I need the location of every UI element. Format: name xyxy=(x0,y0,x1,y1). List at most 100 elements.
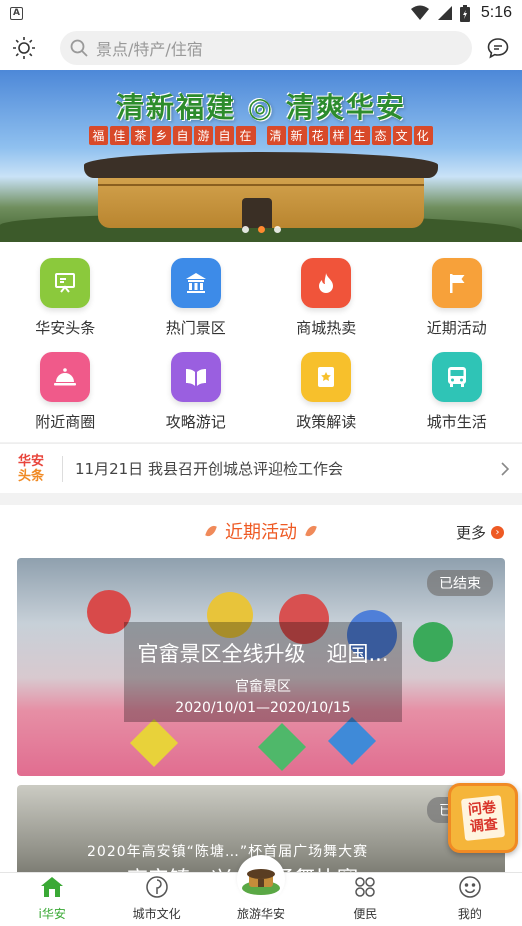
bus-icon xyxy=(431,352,482,402)
clock: 5:16 xyxy=(480,4,512,21)
banner-subtitle-char: 态 xyxy=(371,126,391,145)
banner-subtitle-char: 清 xyxy=(266,126,286,145)
battery-icon xyxy=(459,4,470,22)
grid-item-label: 攻略游记 xyxy=(165,413,226,431)
banner-subtitle-char: 花 xyxy=(308,126,328,145)
card-photo-text: 2020年高安镇“陈塘…”杯首届广场舞大赛 xyxy=(87,844,369,860)
status-bar: A 5:16 xyxy=(0,0,522,26)
banner-subtitle-char: 乡 xyxy=(152,126,172,145)
banner-subtitle-char: 样 xyxy=(329,126,349,145)
signal-icon xyxy=(437,6,452,20)
banner-title: 清新福建 ◎ 清爽华安 xyxy=(116,91,406,124)
news-board-icon xyxy=(40,258,91,308)
section-header: 近期活动 更多 › xyxy=(0,505,522,557)
grid-item-0[interactable]: 华安头条 xyxy=(0,258,131,352)
banner-subtitle-char: 化 xyxy=(413,126,433,145)
banner-carousel[interactable]: 清新福建 ◎ 清爽华安 福佳茶乡自游自在清新花样生态文化 xyxy=(0,70,522,242)
grid-item-label: 城市生活 xyxy=(426,413,487,431)
card-title: 官畲景区全线升级 迎国... xyxy=(137,642,389,666)
kite-decoration xyxy=(257,722,307,772)
news-ticker-logo: 华安 头条 xyxy=(17,453,44,484)
status-badge: 已结束 xyxy=(427,570,493,596)
compass-icon xyxy=(145,875,169,905)
document-star-icon xyxy=(301,352,352,402)
banner-subtitle-char: 新 xyxy=(287,126,307,145)
balloon-decoration xyxy=(413,622,453,662)
flame-icon xyxy=(301,258,352,308)
food-cloche-icon xyxy=(40,352,91,402)
grid-item-2[interactable]: 商城热卖 xyxy=(261,258,392,352)
carousel-dot[interactable] xyxy=(241,226,249,233)
grid-item-label: 华安头条 xyxy=(35,319,96,337)
divider xyxy=(62,455,63,482)
tulou-image xyxy=(84,152,438,228)
status-icons: 5:16 xyxy=(410,4,512,22)
leaf-icon xyxy=(305,523,317,539)
tab-label: i华安 xyxy=(38,907,66,921)
news-ticker[interactable]: 华安 头条 11月21日 我县召开创城总评迎检工作会 xyxy=(0,443,522,493)
search-placeholder: 景点/特产/住宿 xyxy=(96,40,203,59)
banner-subtitle-char: 文 xyxy=(392,126,412,145)
grid-icon xyxy=(353,875,377,905)
app-root: A 5:16 景点/特产/住宿 清新福建 ◎ 清爽华安 福佳茶乡自游自在清新花样… xyxy=(0,0,522,926)
tab-label: 我的 xyxy=(457,907,482,921)
tab-label: 旅游华安 xyxy=(237,907,286,921)
banner-subtitle-char: 自 xyxy=(215,126,235,145)
card-caption: 官畲景区全线升级 迎国... 官畲景区 2020/10/01—2020/10/1… xyxy=(124,622,402,722)
grid-item-label: 商城热卖 xyxy=(296,319,357,337)
banner-subtitle-char: 佳 xyxy=(110,126,130,145)
bottom-navigation: i华安 城市文化 旅游华安 便民 我的 xyxy=(0,855,522,926)
leaf-icon xyxy=(205,523,217,539)
card-date: 2020/10/01—2020/10/15 xyxy=(175,700,351,716)
kite-decoration xyxy=(129,718,179,768)
center-tab-bump[interactable] xyxy=(237,855,285,903)
banner-subtitle-char: 自 xyxy=(173,126,193,145)
banner-subtitle: 福佳茶乡自游自在清新花样生态文化 xyxy=(0,126,522,145)
grid-item-1[interactable]: 热门景区 xyxy=(131,258,262,352)
grid-item-label: 近期活动 xyxy=(426,319,487,337)
top-header: 景点/特产/住宿 xyxy=(0,26,522,70)
tab-1[interactable]: 城市文化 xyxy=(104,873,208,926)
feature-grid: 华安头条 热门景区 商城热卖 近期活动附近商圈 攻略游记 政策解读 城市生活 xyxy=(0,242,522,442)
activity-card[interactable]: 已结束 官畲景区全线升级 迎国... 官畲景区 2020/10/01—2020/… xyxy=(17,558,505,776)
arrow-right-icon: › xyxy=(491,526,504,539)
card-place: 官畲景区 xyxy=(235,679,291,695)
grid-item-label: 热门景区 xyxy=(165,319,226,337)
carousel-dot[interactable] xyxy=(257,226,265,233)
more-link[interactable]: 更多 › xyxy=(456,522,504,543)
recent-activities-section: 近期活动 更多 › 已结束 官畲景区全线升级 迎国... 官畲景区 2020/1… xyxy=(0,505,522,875)
smiley-icon xyxy=(458,875,482,905)
carousel-dot[interactable] xyxy=(273,226,281,233)
wifi-icon xyxy=(410,5,429,20)
banner-subtitle-char: 生 xyxy=(350,126,370,145)
banner-subtitle-char: 在 xyxy=(236,126,256,145)
news-headline[interactable]: 11月21日 我县召开创城总评迎检工作会 xyxy=(75,458,500,479)
book-icon xyxy=(170,352,221,402)
grid-item-4[interactable]: 附近商圈 xyxy=(0,352,131,446)
tab-label: 城市文化 xyxy=(132,907,181,921)
message-icon[interactable] xyxy=(486,36,510,60)
search-icon xyxy=(70,39,88,57)
tab-label: 便民 xyxy=(353,907,378,921)
app-notification-icon: A xyxy=(10,6,23,20)
tab-3[interactable]: 便民 xyxy=(313,873,417,926)
search-input[interactable]: 景点/特产/住宿 xyxy=(60,31,472,65)
grid-item-label: 附近商圈 xyxy=(35,413,96,431)
carousel-indicator xyxy=(0,226,522,233)
grid-item-3[interactable]: 近期活动 xyxy=(392,258,522,352)
tab-4[interactable]: 我的 xyxy=(418,873,522,926)
sun-icon[interactable] xyxy=(12,36,36,60)
grid-item-label: 政策解读 xyxy=(296,413,357,431)
banner-subtitle-char: 茶 xyxy=(131,126,151,145)
survey-floating-button[interactable]: 问卷 调查 xyxy=(448,783,518,853)
chevron-right-icon[interactable] xyxy=(500,461,510,477)
banner-subtitle-char: 游 xyxy=(194,126,214,145)
grid-item-7[interactable]: 城市生活 xyxy=(392,352,522,446)
tab-0[interactable]: i华安 xyxy=(0,873,104,926)
flag-icon xyxy=(431,258,482,308)
home-icon xyxy=(39,875,65,905)
section-title: 近期活动 xyxy=(205,518,317,544)
banner-subtitle-char: 福 xyxy=(89,126,109,145)
grid-item-6[interactable]: 政策解读 xyxy=(261,352,392,446)
grid-item-5[interactable]: 攻略游记 xyxy=(131,352,262,446)
